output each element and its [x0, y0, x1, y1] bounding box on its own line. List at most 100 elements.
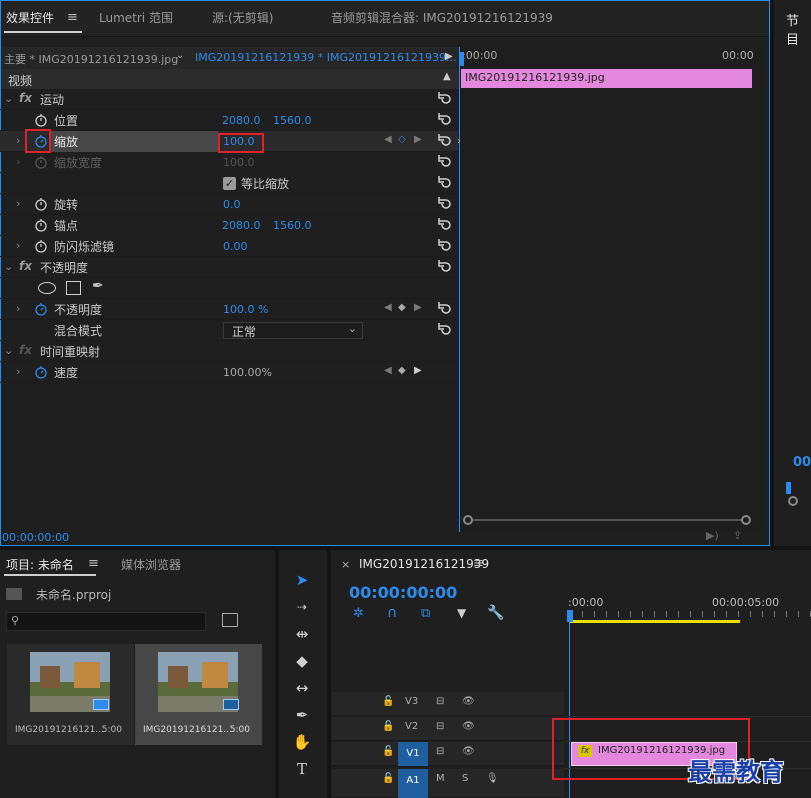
eye-icon[interactable]: 👁 — [462, 696, 475, 707]
reset-icon[interactable] — [436, 196, 452, 212]
project-search-input[interactable]: ⚲ — [6, 612, 206, 631]
stopwatch-icon[interactable] — [34, 197, 48, 211]
prev-keyframe-icon[interactable]: ◀ — [384, 302, 392, 313]
program-playhead[interactable] — [786, 482, 791, 494]
next-keyframe-icon[interactable]: ▶ — [414, 302, 422, 313]
tab-lumetri-scopes[interactable]: Lumetri 范围 — [99, 0, 173, 36]
rectangle-mask-icon[interactable] — [66, 281, 81, 295]
snap-magnet-icon[interactable]: ∩ — [387, 605, 397, 621]
next-keyframe-icon[interactable]: ▶ — [414, 134, 422, 145]
project-tab-menu-icon[interactable]: ≡ — [88, 556, 99, 571]
solo-button[interactable]: S — [462, 773, 468, 784]
linked-selection-icon[interactable]: ⧉ — [421, 606, 430, 621]
ripple-edit-tool-icon[interactable]: ⇹ — [291, 623, 313, 645]
chevron-down-icon[interactable]: ⌄ — [4, 260, 14, 273]
selection-tool-icon[interactable]: ➤ — [291, 569, 313, 591]
mute-button[interactable]: M — [436, 773, 445, 784]
slip-tool-icon[interactable]: ↔ — [291, 677, 313, 699]
blend-mode-select[interactable]: 正常 ⌄ — [223, 322, 363, 339]
keyframe-icon[interactable]: ◆ — [398, 302, 406, 313]
timeline-tab-menu-icon[interactable]: ≡ — [473, 556, 484, 571]
timeline-playhead-head[interactable] — [567, 610, 573, 622]
eye-icon[interactable]: 👁 — [462, 746, 475, 757]
track-label-v1[interactable]: V1 — [398, 742, 428, 766]
reset-icon[interactable] — [436, 217, 452, 233]
ec-playhead-marker[interactable] — [459, 52, 464, 66]
sync-lock-icon[interactable]: ⊟ — [436, 696, 444, 707]
reset-icon[interactable] — [436, 238, 452, 254]
reset-icon[interactable] — [436, 322, 452, 338]
pen-mask-icon[interactable]: ✒ — [92, 278, 104, 294]
reset-icon[interactable] — [436, 259, 452, 275]
track-header-a1[interactable]: 🔓 A1 M S 🎙 — [332, 769, 564, 798]
anchor-y-value[interactable]: 1560.0 — [273, 219, 312, 232]
prev-keyframe-icon[interactable]: ◀ — [384, 134, 392, 145]
anchor-x-value[interactable]: 2080.0 — [222, 219, 261, 232]
position-y-value[interactable]: 1560.0 — [273, 114, 312, 127]
export-icon[interactable]: ⇪ — [733, 529, 742, 542]
reset-icon[interactable] — [436, 91, 452, 107]
hand-tool-icon[interactable]: ✋ — [291, 731, 313, 753]
reset-icon[interactable] — [436, 154, 452, 170]
keyframe-icon[interactable]: ◆ — [398, 365, 406, 376]
eye-icon[interactable]: 👁 — [462, 721, 475, 732]
wrench-icon[interactable]: 🔧 — [487, 605, 504, 621]
track-select-tool-icon[interactable]: ⇢ — [291, 596, 313, 618]
stopwatch-icon[interactable] — [34, 113, 48, 127]
chevron-down-icon[interactable]: ⌄ — [4, 344, 14, 357]
nest-toggle-icon[interactable]: ✲ — [353, 606, 364, 621]
speed-value[interactable]: 100.00% — [223, 366, 272, 379]
sequence-clip-label[interactable]: IMG20191216121939 * IMG20191216121939... — [195, 51, 456, 64]
stopwatch-icon-active[interactable] — [34, 302, 48, 316]
master-clip-label[interactable]: 主要 * IMG20191216121939.jpg — [4, 51, 178, 67]
project-tab[interactable]: 项目: 未命名 — [6, 556, 74, 573]
lock-icon[interactable]: 🔓 — [382, 773, 394, 784]
stopwatch-icon[interactable] — [34, 218, 48, 232]
chevron-right-icon[interactable]: › — [16, 197, 26, 210]
ec-timecode[interactable]: 00:00:00:00 — [2, 531, 69, 544]
new-bin-icon[interactable] — [222, 613, 238, 627]
reset-icon[interactable] — [436, 112, 452, 128]
chevron-right-icon[interactable]: › — [16, 302, 26, 315]
reset-icon[interactable] — [436, 301, 452, 317]
position-x-value[interactable]: 2080.0 — [222, 114, 261, 127]
reset-icon[interactable] — [436, 133, 452, 149]
timeline-timecode[interactable]: 00:00:00:00 — [349, 583, 457, 602]
ec-keyframe-marker[interactable]: › — [457, 136, 461, 147]
chevron-right-icon[interactable]: › — [16, 365, 26, 378]
razor-tool-icon[interactable]: ◆ — [291, 650, 313, 672]
uniform-scale-checkbox[interactable]: ✓ — [223, 177, 236, 190]
timeline-tab[interactable]: IMG20191216121939 — [359, 557, 489, 571]
work-area-bar[interactable] — [570, 620, 740, 623]
program-scroll-knob[interactable] — [788, 496, 798, 506]
track-header-v1[interactable]: 🔓 V1 ⊟ 👁 — [332, 742, 564, 766]
program-monitor-tab[interactable]: 节目 — [786, 10, 811, 48]
rotation-value[interactable]: 0.0 — [223, 198, 241, 211]
opacity-effect-row[interactable]: ⌄ fx 不透明度 — [0, 257, 458, 278]
close-icon[interactable]: × — [341, 558, 350, 571]
pen-tool-icon[interactable]: ✒ — [291, 704, 313, 726]
next-keyframe-icon[interactable]: ▶ — [414, 365, 422, 376]
add-marker-icon[interactable]: ▼ — [457, 606, 466, 620]
ec-scrollbar[interactable] — [463, 515, 751, 525]
project-item-2[interactable]: IMG20191216121... 5:00 — [135, 644, 262, 745]
sync-lock-icon[interactable]: ⊟ — [436, 721, 444, 732]
track-label-a1[interactable]: A1 — [398, 769, 428, 798]
chevron-right-icon[interactable]: › — [16, 239, 26, 252]
program-timecode[interactable]: 00 — [793, 455, 811, 470]
type-tool-icon[interactable]: T — [291, 758, 313, 780]
collapse-up-icon[interactable]: ▲ — [443, 71, 451, 82]
opacity-value[interactable]: 100.0 % — [223, 303, 268, 316]
lock-icon[interactable]: 🔓 — [382, 696, 394, 707]
ec-clip-bar[interactable]: IMG20191216121939.jpg — [461, 69, 752, 88]
tab-audio-clip-mixer[interactable]: 音频剪辑混合器: IMG20191216121939 — [331, 0, 553, 36]
stopwatch-icon-active[interactable] — [34, 365, 48, 379]
flicker-value[interactable]: 0.00 — [223, 240, 248, 253]
play-only-icon[interactable]: ▶ — [445, 51, 453, 62]
prev-keyframe-icon[interactable]: ◀ — [384, 365, 392, 376]
chevron-down-icon[interactable]: ⌄ — [4, 92, 14, 105]
reset-icon[interactable] — [436, 175, 452, 191]
sync-lock-icon[interactable]: ⊟ — [436, 746, 444, 757]
microphone-icon[interactable]: 🎙 — [486, 773, 499, 784]
stopwatch-icon[interactable] — [34, 239, 48, 253]
